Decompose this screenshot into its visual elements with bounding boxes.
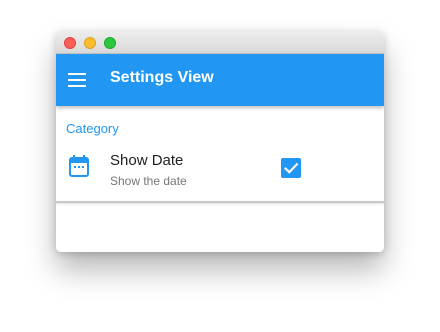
checkmark-icon bbox=[283, 162, 299, 174]
settings-item-subtitle: Show the date bbox=[110, 174, 187, 188]
settings-category-header: Category bbox=[66, 121, 119, 136]
window-minimize-button[interactable] bbox=[84, 37, 96, 49]
settings-item-title: Show Date bbox=[110, 152, 184, 169]
settings-item-show-date[interactable]: Show Date Show the date bbox=[56, 148, 384, 200]
window-titlebar[interactable] bbox=[56, 31, 384, 54]
app-window: Settings View Category Show Date Show th… bbox=[56, 31, 384, 252]
divider bbox=[56, 201, 384, 203]
settings-content: Category Show Date Show the date bbox=[56, 106, 384, 252]
hamburger-menu-icon[interactable] bbox=[68, 73, 86, 87]
app-bar: Settings View bbox=[56, 54, 384, 106]
window-close-button[interactable] bbox=[64, 37, 76, 49]
calendar-icon bbox=[69, 155, 89, 177]
app-bar-title: Settings View bbox=[110, 69, 214, 86]
window-maximize-button[interactable] bbox=[104, 37, 116, 49]
show-date-checkbox[interactable] bbox=[281, 158, 301, 178]
